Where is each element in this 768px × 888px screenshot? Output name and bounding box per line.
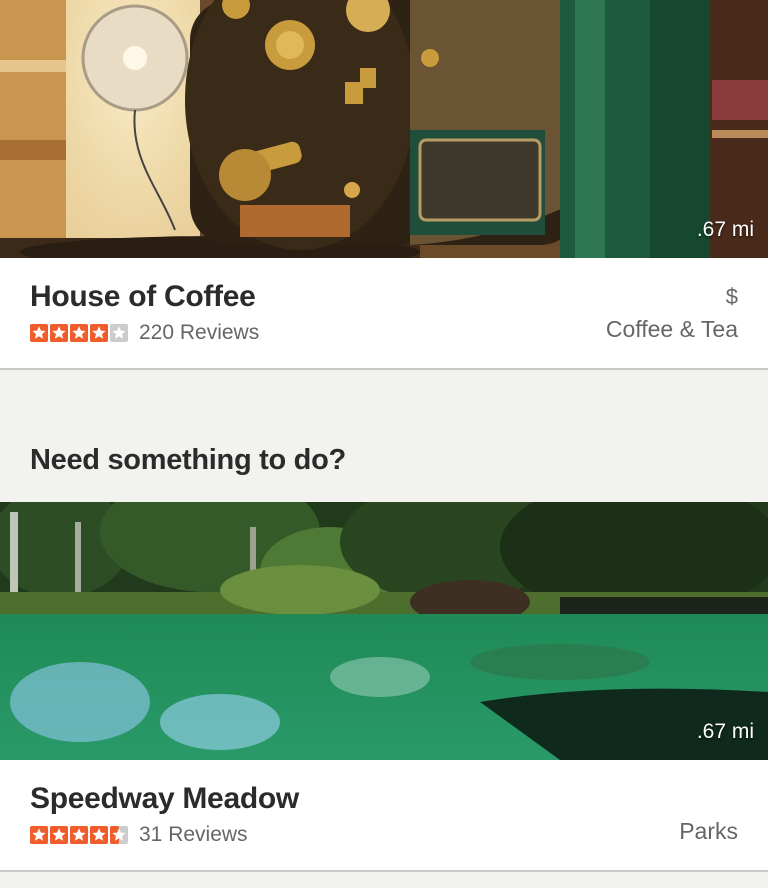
star-icon <box>50 826 68 844</box>
business-category: Parks <box>679 818 738 844</box>
business-photo-coffee-roaster[interactable]: .67 mi <box>0 0 768 258</box>
coffee-roaster-image <box>0 0 768 258</box>
star-icon <box>30 826 48 844</box>
review-count: 220 Reviews <box>139 321 260 344</box>
star-icon <box>90 324 108 342</box>
star-icon <box>90 826 108 844</box>
section-header: Need something to do? <box>0 370 768 502</box>
star-icon <box>110 324 128 342</box>
business-info[interactable]: Speedway Meadow 31 Reviews Parks <box>0 760 768 868</box>
distance-label: .67 mi <box>696 218 754 241</box>
business-info[interactable]: House of Coffee 220 Reviews $ Coffee & T… <box>0 258 768 366</box>
business-photo-pond[interactable]: .67 mi <box>0 502 768 760</box>
review-count: 31 Reviews <box>139 823 248 846</box>
stars-row <box>30 324 128 342</box>
star-icon <box>30 324 48 342</box>
stars-row <box>30 826 128 844</box>
pond-image <box>0 502 768 760</box>
star-rating: 31 Reviews <box>30 823 248 847</box>
business-name[interactable]: Speedway Meadow <box>30 782 299 816</box>
star-icon <box>70 826 88 844</box>
section-title: Need something to do? <box>30 444 346 476</box>
distance-label: .67 mi <box>696 720 754 743</box>
business-card-speedway-meadow[interactable]: .67 mi Speedway Meadow 31 Reviews Parks <box>0 502 768 872</box>
star-icon <box>50 324 68 342</box>
business-name[interactable]: House of Coffee <box>30 280 256 314</box>
business-card-house-of-coffee[interactable]: .67 mi House of Coffee 220 Reviews $ Cof… <box>0 0 768 370</box>
star-icon <box>110 826 128 844</box>
price-level: $ <box>725 284 738 309</box>
star-rating: 220 Reviews <box>30 321 259 345</box>
business-category: Coffee & Tea <box>605 316 738 342</box>
star-icon <box>70 324 88 342</box>
